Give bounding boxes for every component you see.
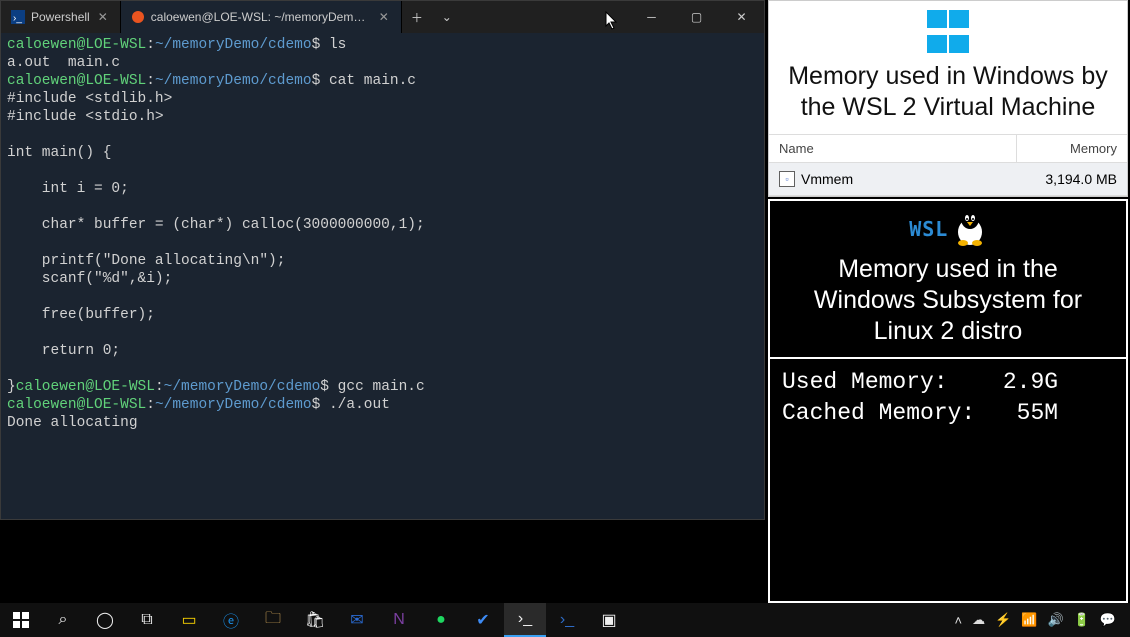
cortana-icon: ◯: [96, 610, 114, 630]
wifi-signal-icon[interactable]: 📶: [1021, 612, 1037, 628]
tab-powershell[interactable]: ›_ Powershell ✕: [1, 1, 121, 33]
taskbar-edge[interactable]: ⓔ: [210, 603, 252, 637]
app-icon: ▣: [601, 610, 616, 630]
edge-icon: ⓔ: [223, 608, 239, 632]
tab-label: caloewen@LOE-WSL: ~/memoryDemo/cdemo: [151, 10, 371, 24]
wsl-memory-panel: WSL Memory used in the Windows: [768, 199, 1128, 604]
tab-wsl[interactable]: caloewen@LOE-WSL: ~/memoryDemo/cdemo ✕: [121, 1, 402, 33]
taskbar-onenote[interactable]: N: [378, 603, 420, 637]
search-icon: ⌕: [59, 611, 68, 629]
taskbar-powershell[interactable]: ›_: [546, 603, 588, 637]
tab-label: Powershell: [31, 10, 90, 24]
svg-text:›_: ›_: [13, 13, 22, 24]
taskbar-todo[interactable]: ✔: [462, 603, 504, 637]
table-row[interactable]: ▫ Vmmem 3,194.0 MB: [769, 163, 1127, 196]
table-header: Name Memory: [769, 134, 1127, 163]
close-icon[interactable]: ✕: [377, 10, 391, 24]
search-button[interactable]: ⌕: [42, 603, 84, 637]
onenote-icon: N: [393, 611, 405, 629]
titlebar: ›_ Powershell ✕ caloewen@LOE-WSL: ~/memo…: [1, 1, 764, 33]
wsl-logo-text: WSL: [909, 217, 948, 241]
taskbar: ⌕ ◯ ⧉ ▭ ⓔ 🗀 🛍 ✉ N ● ✔ ›_ ›_ ▣ ˄ ☁ ⚡ 📶 🔊 …: [0, 603, 1130, 637]
onedrive-icon[interactable]: ☁: [972, 612, 985, 628]
tux-icon: [953, 207, 987, 252]
windows-memory-panel: Memory used in Windows by the WSL 2 Virt…: [768, 0, 1128, 197]
ubuntu-icon: [131, 10, 145, 24]
taskbar-terminal[interactable]: ›_: [504, 603, 546, 637]
tray-chevron-icon[interactable]: ˄: [954, 613, 962, 628]
windows-panel-title: Memory used in Windows by the WSL 2 Virt…: [769, 61, 1127, 134]
taskbar-store[interactable]: 🛍: [294, 603, 336, 637]
taskbar-spotify[interactable]: ●: [420, 603, 462, 637]
minimize-button[interactable]: ─: [629, 1, 674, 33]
folder-icon: 🗀: [265, 607, 281, 634]
check-icon: ✔: [476, 610, 489, 630]
cortana-button[interactable]: ◯: [84, 603, 126, 637]
powershell-icon: ›_: [560, 611, 574, 629]
terminal-window: ›_ Powershell ✕ caloewen@LOE-WSL: ~/memo…: [0, 0, 765, 520]
taskbar-app[interactable]: ▭: [168, 603, 210, 637]
column-name[interactable]: Name: [769, 135, 1017, 162]
chevron-down-icon: ⌄: [442, 10, 452, 24]
start-button[interactable]: [0, 603, 42, 637]
battery-icon[interactable]: 🔋: [1074, 612, 1090, 628]
right-panel: Memory used in Windows by the WSL 2 Virt…: [768, 0, 1128, 603]
task-view-button[interactable]: ⧉: [126, 603, 168, 637]
process-memory: 3,194.0 MB: [1017, 163, 1127, 195]
terminal-output[interactable]: caloewen@LOE-WSL:~/memoryDemo/cdemo$ ls …: [1, 33, 764, 519]
app-icon: ▭: [181, 610, 196, 630]
taskbar-app2[interactable]: ▣: [588, 603, 630, 637]
wifi-icon[interactable]: ⚡: [995, 612, 1011, 628]
maximize-button[interactable]: ▢: [674, 1, 719, 33]
wsl-panel-title: Memory used in the Windows Subsystem for…: [770, 252, 1126, 358]
windows-logo-icon: [926, 9, 970, 59]
new-tab-button[interactable]: ＋: [402, 1, 432, 33]
process-icon: ▫: [779, 171, 795, 187]
notifications-icon[interactable]: 💬: [1100, 612, 1116, 628]
column-memory[interactable]: Memory: [1017, 135, 1127, 162]
taskbar-outlook[interactable]: ✉: [336, 603, 378, 637]
spotify-icon: ●: [436, 611, 446, 629]
close-icon[interactable]: ✕: [96, 10, 110, 24]
process-name: Vmmem: [801, 171, 853, 187]
volume-icon[interactable]: 🔊: [1047, 612, 1063, 628]
taskbar-explorer[interactable]: 🗀: [252, 603, 294, 637]
task-view-icon: ⧉: [141, 611, 152, 629]
outlook-icon: ✉: [350, 610, 363, 630]
store-icon: 🛍: [305, 610, 325, 630]
wsl-memory-stats: Used Memory: 2.9G Cached Memory: 55M: [770, 357, 1126, 439]
powershell-icon: ›_: [11, 10, 25, 24]
terminal-icon: ›_: [518, 610, 532, 628]
system-tray: ˄ ☁ ⚡ 📶 🔊 🔋 💬: [954, 612, 1130, 628]
close-button[interactable]: ✕: [719, 1, 764, 33]
tab-dropdown[interactable]: ⌄: [432, 1, 462, 33]
